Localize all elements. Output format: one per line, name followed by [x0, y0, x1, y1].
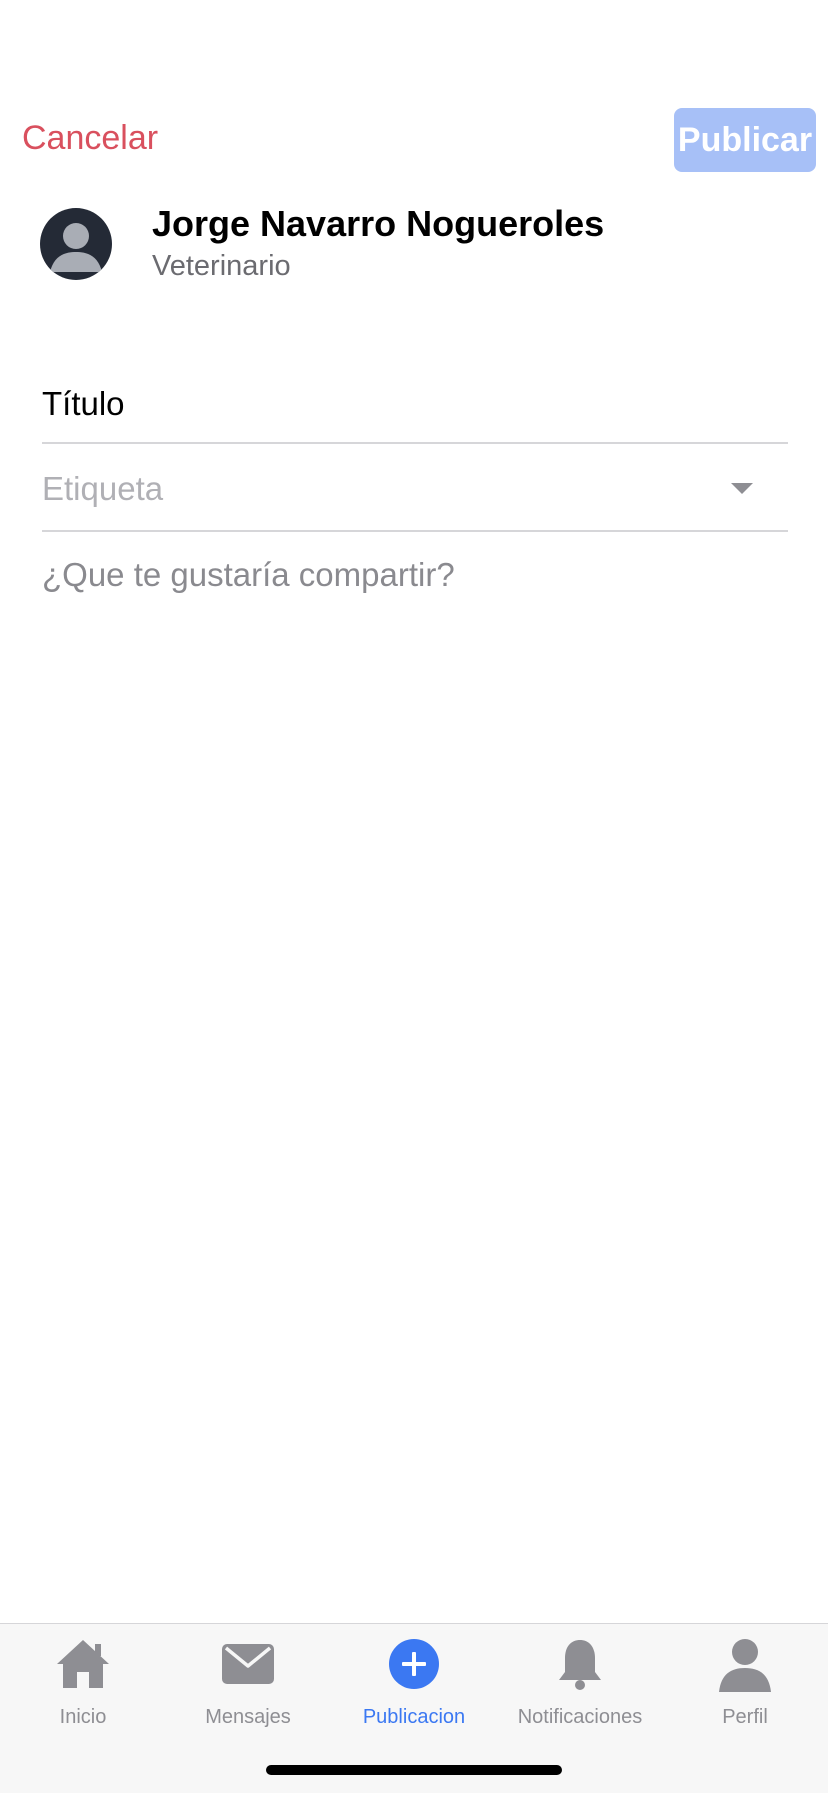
publish-button[interactable]: Publicar: [674, 108, 816, 172]
tag-placeholder: Etiqueta: [42, 470, 164, 507]
tab-inicio[interactable]: Inicio: [0, 1624, 166, 1734]
title-field[interactable]: Título: [42, 384, 786, 424]
bell-icon: [559, 1640, 601, 1690]
user-role: Veterinario: [152, 250, 291, 282]
tab-label: Mensajes: [205, 1706, 291, 1728]
divider: [42, 442, 788, 444]
tab-perfil[interactable]: Perfil: [662, 1624, 828, 1734]
chevron-down-icon: [731, 483, 753, 494]
tab-label: Notificaciones: [517, 1706, 643, 1728]
tab-mensajes[interactable]: Mensajes: [165, 1624, 331, 1734]
tab-label: Perfil: [722, 1706, 768, 1728]
home-icon: [57, 1640, 109, 1688]
tab-publicacion[interactable]: Publicacion: [331, 1624, 497, 1734]
envelope-icon: [222, 1644, 274, 1684]
person-icon: [719, 1639, 771, 1692]
tab-label: Inicio: [59, 1706, 107, 1728]
avatar: [40, 208, 112, 280]
cancel-button[interactable]: Cancelar: [22, 116, 158, 160]
tab-notificaciones[interactable]: Notificaciones: [497, 1624, 663, 1734]
new-post-screen: Cancelar Publicar Jorge Navarro Noguerol…: [0, 0, 828, 1793]
user-name: Jorge Navarro Nogueroles: [152, 203, 605, 244]
person-icon: [50, 223, 102, 272]
divider: [42, 530, 788, 532]
home-indicator: [266, 1765, 562, 1775]
tab-label: Publicacion: [362, 1706, 466, 1728]
plus-circle-icon: [389, 1639, 439, 1689]
tab-bar: Inicio Mensajes Publicacion Notificacion…: [0, 1623, 828, 1793]
tag-select[interactable]: Etiqueta: [42, 466, 788, 512]
share-text-area[interactable]: ¿Que te gustaría compartir?: [42, 552, 788, 598]
